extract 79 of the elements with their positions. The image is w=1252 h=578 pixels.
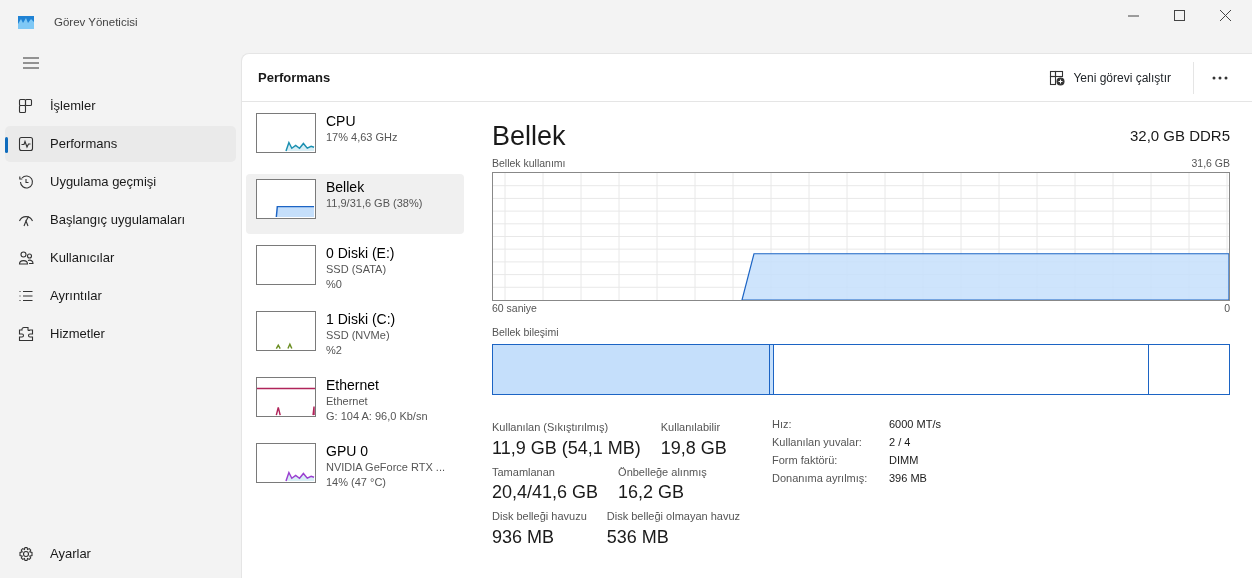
puzzle-icon <box>18 326 34 342</box>
device-item[interactable]: 1 Diski (C:) SSD (NVMe) %2 <box>246 306 464 366</box>
device-detail: %2 <box>326 343 343 358</box>
memory-spec: 32,0 GB DDR5 <box>1129 125 1230 146</box>
stat-label: Disk belleği olmayan havuz <box>606 509 741 525</box>
stat-label: Kullanılabilir <box>660 420 722 436</box>
device-name: GPU 0 <box>326 443 369 460</box>
device-name: Ethernet <box>326 377 380 394</box>
nav-item[interactable]: Performans <box>5 126 236 162</box>
property-value: DIMM <box>889 453 919 469</box>
stat-label: Disk belleği havuzu <box>492 509 587 525</box>
stat-value: 16,2 GB <box>618 481 686 505</box>
chart-label: Bellek kullanımı <box>492 156 566 171</box>
nav-item[interactable]: Başlangıç uygulamaları <box>5 202 236 238</box>
device-detail: 11,9/31,6 GB (38%) <box>326 196 423 211</box>
maximize-icon <box>1173 9 1185 21</box>
stat-label: Kullanılan (Sıkıştırılmış) <box>492 420 610 436</box>
property-value: 6000 MT/s <box>889 417 941 433</box>
device-detail: 17% 4,63 GHz <box>326 130 398 145</box>
device-detail: SSD (NVMe) <box>326 328 391 343</box>
graph-thumbnail <box>256 443 316 483</box>
graph-thumbnail <box>256 377 316 417</box>
device-detail: NVIDIA GeForce RTX ... <box>326 460 445 475</box>
page-title: Performans <box>258 68 331 87</box>
device-detail: 14% (47 °C) <box>326 475 388 490</box>
processes-icon <box>18 98 34 114</box>
stat-label: Tamamlanan <box>492 464 556 480</box>
stat-label: Önbelleğe alınmış <box>618 464 707 480</box>
nav-item[interactable]: Uygulama geçmişi <box>5 164 236 200</box>
device-item[interactable]: GPU 0 NVIDIA GeForce RTX ... 14% (47 °C) <box>246 438 464 498</box>
device-item[interactable]: CPU 17% 4,63 GHz <box>246 108 464 168</box>
axis-label: 60 saniye <box>492 300 537 316</box>
users-icon <box>18 250 34 266</box>
property-value: 2 / 4 <box>889 435 911 451</box>
graph-thumbnail <box>256 113 316 153</box>
nav-item[interactable]: Kullanıcılar <box>5 240 236 276</box>
stat-value: 536 MB <box>606 525 670 549</box>
new-task-icon <box>1049 69 1066 86</box>
device-item[interactable]: 0 Diski (E:) SSD (SATA) %0 <box>246 240 464 300</box>
stat-value: 936 MB <box>492 525 556 549</box>
detail-title: Bellek <box>492 120 566 152</box>
chart-label: Bellek bileşimi <box>492 324 560 340</box>
property-label: Donanıma ayrılmış: <box>772 471 869 487</box>
device-name: Bellek <box>326 179 366 196</box>
nav-item[interactable]: Hizmetler <box>5 316 236 352</box>
property-label: Kullanılan yuvalar: <box>772 435 863 451</box>
window-title: Görev Yöneticisi <box>54 15 138 30</box>
stat-value: 11,9 GB (54,1 MB) <box>492 436 641 460</box>
graph-thumbnail <box>256 245 316 285</box>
graph-thumbnail <box>256 179 316 219</box>
device-name: CPU <box>326 113 357 130</box>
history-icon <box>18 174 34 190</box>
device-item[interactable]: Ethernet Ethernet G: 104 A: 96,0 Kb/sn <box>246 372 464 432</box>
device-detail: %0 <box>326 277 343 292</box>
graph-thumbnail <box>256 311 316 351</box>
close-icon <box>1219 9 1231 21</box>
more-icon <box>1212 76 1228 81</box>
activity-icon <box>18 136 34 152</box>
device-detail: Ethernet <box>326 394 369 409</box>
nav-item[interactable]: Ayrıntılar <box>5 278 236 314</box>
nav-item[interactable]: İşlemler <box>5 88 236 124</box>
device-name: 1 Diski (C:) <box>326 311 396 328</box>
device-item[interactable]: Bellek 11,9/31,6 GB (38%) <box>246 174 464 234</box>
device-detail: G: 104 A: 96,0 Kb/sn <box>326 409 428 424</box>
stat-value: 20,4/41,6 GB <box>492 481 599 505</box>
run-task-button[interactable]: Yeni görevi çalıştır <box>1041 64 1179 91</box>
property-value: 396 MB <box>889 471 927 487</box>
settings-icon <box>18 546 34 562</box>
menu-icon <box>23 57 39 69</box>
property-label: Form faktörü: <box>772 453 839 469</box>
property-label: Hız: <box>772 417 793 433</box>
nav-item[interactable]: Ayarlar <box>5 536 236 572</box>
device-detail: SSD (SATA) <box>326 262 388 277</box>
stat-value: 19,8 GB <box>660 436 727 460</box>
list-icon <box>18 288 34 304</box>
axis-label: 0 <box>1224 300 1230 316</box>
app-icon <box>18 16 34 30</box>
chart-max: 31,6 GB <box>1191 156 1230 171</box>
device-name: 0 Diski (E:) <box>326 245 395 262</box>
